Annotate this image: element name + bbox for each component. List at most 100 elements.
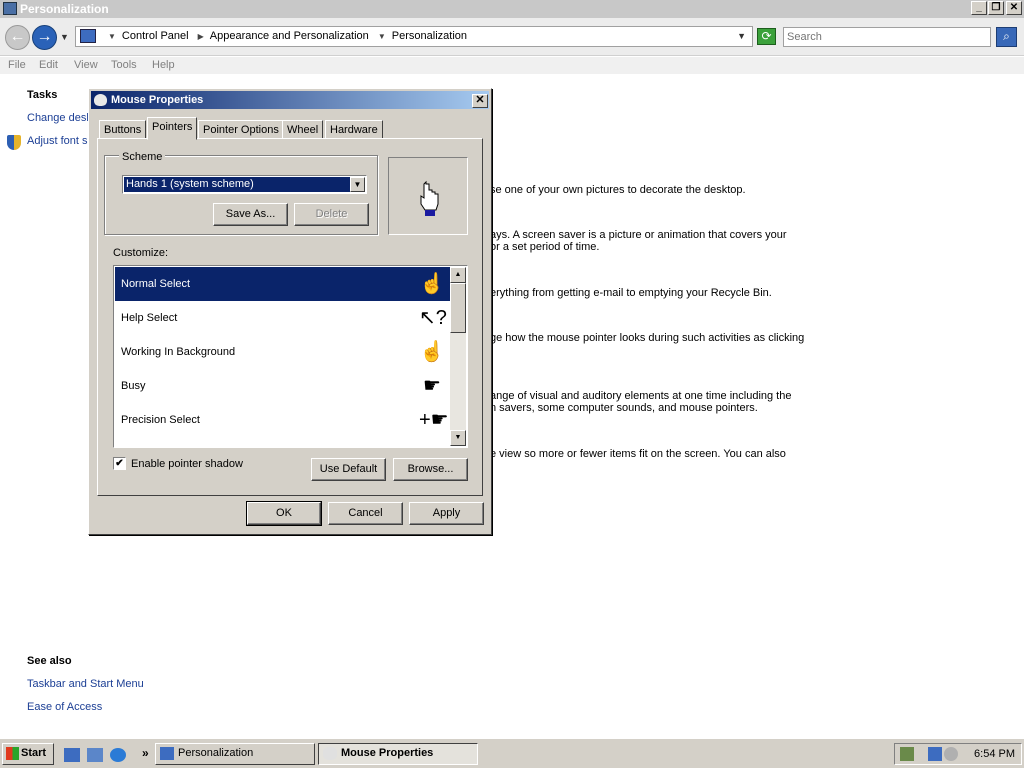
delete-button[interactable]: Delete <box>294 203 369 226</box>
tasks-heading: Tasks <box>27 89 58 101</box>
taskbar: Start » Personalization Mouse Properties… <box>0 738 1024 768</box>
list-item-help-select[interactable]: Help Select ↖? <box>115 301 451 335</box>
menu-help[interactable]: Help <box>152 59 175 71</box>
mouse-properties-dialog: Mouse Properties ✕ Buttons Pointers Poin… <box>88 88 492 535</box>
hand-pointer-icon <box>420 180 439 216</box>
scroll-up-icon[interactable]: ▲ <box>450 267 466 283</box>
volume-muted-icon[interactable] <box>944 747 958 761</box>
dialog-titlebar[interactable]: Mouse Properties ✕ <box>91 91 489 109</box>
back-button[interactable]: ← <box>5 25 30 50</box>
tab-hardware[interactable]: Hardware <box>325 120 383 139</box>
list-item-working-in-background[interactable]: Working In Background ☝ <box>115 335 451 369</box>
security-center-icon[interactable] <box>900 747 914 761</box>
menu-edit[interactable]: Edit <box>39 59 58 71</box>
display-settings-description: e view so more or fewer items fit on the… <box>490 448 786 460</box>
mouse-icon <box>94 94 107 106</box>
search-icon[interactable]: ⌕ <box>996 27 1017 47</box>
help-select-icon: ↖? <box>419 307 447 329</box>
refresh-button[interactable]: ⟳ <box>757 28 776 45</box>
address-dropdown-icon[interactable]: ▼ <box>737 31 746 41</box>
list-item-precision-select[interactable]: Precision Select +☛ <box>115 403 451 437</box>
dialog-close-button[interactable]: ✕ <box>472 94 488 108</box>
control-panel-icon <box>80 29 96 43</box>
breadcrumb-separator-icon[interactable]: ▼ <box>378 32 386 41</box>
pointer-name: Precision Select <box>121 414 200 426</box>
menu-tools[interactable]: Tools <box>111 59 137 71</box>
start-label: Start <box>21 747 47 759</box>
tab-pointers[interactable]: Pointers <box>147 117 198 140</box>
maximize-button[interactable]: ❐ <box>988 1 1004 15</box>
enable-pointer-shadow-label: Enable pointer shadow <box>131 458 243 470</box>
close-button[interactable]: ✕ <box>1006 1 1022 15</box>
enable-pointer-shadow-checkbox[interactable]: ✔ <box>113 457 126 470</box>
taskbar-item-label: Mouse Properties <box>341 747 434 759</box>
windows-flag-icon <box>6 747 19 760</box>
scroll-down-icon[interactable]: ▼ <box>450 430 466 446</box>
forward-arrow-icon: → <box>36 28 53 45</box>
pointer-list-scrollbar[interactable]: ▲ ▼ <box>450 267 466 446</box>
tab-buttons[interactable]: Buttons <box>99 120 147 139</box>
apply-button[interactable]: Apply <box>409 502 484 525</box>
task-adjust-font-size[interactable]: Adjust font s <box>27 135 88 147</box>
taskbar-item-label: Personalization <box>178 747 254 759</box>
browse-button[interactable]: Browse... <box>393 458 468 481</box>
task-change-desktop-icons[interactable]: Change desk <box>27 112 92 124</box>
taskbar-mouse-properties[interactable]: Mouse Properties <box>318 743 478 765</box>
shield-icon <box>7 135 21 150</box>
see-also-taskbar-link[interactable]: Taskbar and Start Menu <box>27 678 144 690</box>
show-desktop-icon[interactable] <box>64 748 80 762</box>
see-also-heading: See also <box>27 655 72 667</box>
theme-description: n savers, some computer sounds, and mous… <box>490 402 758 414</box>
internet-explorer-icon[interactable] <box>110 748 126 762</box>
pointer-name: Normal Select <box>121 278 191 290</box>
search-input[interactable] <box>783 27 991 47</box>
ok-button[interactable]: OK <box>246 501 322 526</box>
sounds-description: erything from getting e-mail to emptying… <box>490 287 772 299</box>
list-item-normal-select[interactable]: Normal Select ☝ <box>115 267 451 301</box>
menu-bar: File Edit View Tools Help <box>0 57 1024 74</box>
see-also-ease-of-access-link[interactable]: Ease of Access <box>27 701 102 713</box>
minimize-button[interactable]: _ <box>971 1 987 15</box>
breadcrumb-appearance[interactable]: Appearance and Personalization <box>210 30 369 42</box>
pointer-list[interactable]: Normal Select ☝ Help Select ↖? Working I… <box>113 265 468 448</box>
control-panel-icon <box>3 2 17 15</box>
clock[interactable]: 6:54 PM <box>974 748 1015 760</box>
recent-pages-dropdown-icon[interactable]: ▼ <box>60 32 69 42</box>
screen-saver-description: ays. A screen saver is a picture or anim… <box>490 229 787 241</box>
window-titlebar: Personalization _ ❐ ✕ <box>0 0 1024 18</box>
chevron-down-icon[interactable]: ▼ <box>350 177 365 192</box>
breadcrumb-separator-icon[interactable]: ▼ <box>108 32 116 41</box>
breadcrumb-personalization[interactable]: Personalization <box>392 30 467 42</box>
scheme-value: Hands 1 (system scheme) <box>124 177 350 192</box>
network-icon[interactable] <box>928 747 942 761</box>
menu-view[interactable]: View <box>74 59 98 71</box>
save-as-button[interactable]: Save As... <box>213 203 288 226</box>
system-tray: 6:54 PM <box>894 743 1022 765</box>
start-button[interactable]: Start <box>2 743 54 765</box>
forward-button[interactable]: → <box>32 25 57 50</box>
cancel-button[interactable]: Cancel <box>328 502 403 525</box>
scheme-dropdown[interactable]: Hands 1 (system scheme) ▼ <box>122 175 367 194</box>
theme-description: ange of visual and auditory elements at … <box>490 390 792 402</box>
switch-windows-icon[interactable] <box>87 748 103 762</box>
tab-wheel[interactable]: Wheel <box>282 120 324 139</box>
quick-launch-overflow-icon[interactable]: » <box>142 746 149 760</box>
desktop-background-description: se one of your own pictures to decorate … <box>490 184 746 196</box>
breadcrumb-control-panel[interactable]: Control Panel <box>122 30 189 42</box>
scrollbar-thumb[interactable] <box>450 283 466 333</box>
busy-hand-icon: ☛ <box>423 375 441 397</box>
scheme-label: Scheme <box>119 151 166 163</box>
tab-pointer-options[interactable]: Pointer Options <box>198 120 284 139</box>
window-title: Personalization <box>20 2 109 16</box>
screen-saver-description: or a set period of time. <box>490 241 600 253</box>
dialog-title: Mouse Properties <box>111 94 204 106</box>
use-default-button[interactable]: Use Default <box>311 458 386 481</box>
precision-select-icon: +☛ <box>419 409 449 431</box>
breadcrumb-separator-icon[interactable]: ▶ <box>198 32 204 41</box>
taskbar-personalization[interactable]: Personalization <box>155 743 315 765</box>
working-background-icon: ☝ <box>419 341 445 363</box>
address-bar[interactable]: ▼ Control Panel ▶ Appearance and Personali… <box>75 26 753 47</box>
list-item-busy[interactable]: Busy ☛ <box>115 369 451 403</box>
breadcrumb: ▼ Control Panel ▶ Appearance and Personali… <box>102 30 467 42</box>
menu-file[interactable]: File <box>8 59 26 71</box>
